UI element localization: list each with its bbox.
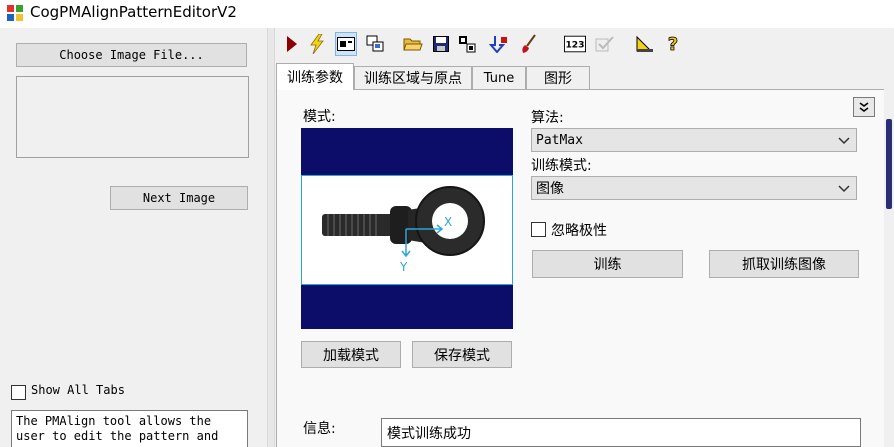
help-icon[interactable]: ? (662, 32, 684, 56)
algorithm-label: 算法: (531, 110, 564, 126)
vertical-scrollbar[interactable] (884, 89, 894, 447)
image-display-icon[interactable] (335, 32, 357, 56)
training-mode-select[interactable]: 图像 (531, 176, 857, 200)
numeric-display-text: 123 (565, 40, 584, 51)
info-label: 信息: (303, 421, 336, 437)
axis-x-label: X (444, 215, 452, 229)
info-field: 模式训练成功 (381, 418, 861, 447)
double-chevron-down-icon (859, 102, 869, 112)
title-bar: CogPMAlignPatternEditorV2 (0, 0, 894, 28)
measure-icon[interactable] (634, 32, 656, 56)
pattern-train-region: X Y (301, 175, 513, 285)
axis-y-label: Y (399, 260, 408, 274)
set-origin-icon[interactable] (488, 32, 510, 56)
check-disabled-icon (594, 32, 616, 56)
tab-graphics[interactable]: 图形 (526, 66, 590, 89)
train-button[interactable]: 训练 (532, 250, 683, 278)
open-folder-icon[interactable] (402, 32, 424, 56)
save-disk-icon[interactable] (430, 32, 452, 56)
load-pattern-button[interactable]: 加载模式 (301, 341, 401, 368)
save-pattern-button[interactable]: 保存模式 (412, 341, 512, 368)
app-icon (6, 4, 24, 22)
svg-text:?: ? (668, 34, 678, 54)
toolbar: 123 ? (278, 32, 698, 58)
window-title: CogPMAlignPatternEditorV2 (30, 3, 237, 21)
splitter[interactable] (267, 28, 275, 447)
chevron-down-icon (838, 185, 850, 193)
dual-display-icon[interactable] (364, 32, 386, 56)
lightning-icon[interactable] (306, 32, 328, 56)
next-image-button[interactable]: Next Image (110, 186, 248, 210)
eyebolt-image: X Y (322, 186, 485, 274)
chevron-down-icon (838, 137, 850, 145)
tool-description: The PMAlign tool allows the user to edit… (11, 410, 248, 447)
brush-icon[interactable] (518, 32, 540, 56)
tab-training-region[interactable]: 训练区域与原点 (354, 66, 472, 89)
show-all-tabs-checkbox[interactable] (11, 385, 26, 400)
grab-image-icon[interactable] (456, 32, 478, 56)
ignore-polarity-label: 忽略极性 (551, 223, 607, 239)
show-all-tabs-label: Show All Tabs (31, 383, 125, 397)
grab-train-image-button[interactable]: 抓取训练图像 (709, 250, 859, 278)
scrollbar-thumb[interactable] (886, 119, 892, 209)
pattern-image: X Y (301, 128, 513, 329)
algorithm-select[interactable]: PatMax (531, 128, 857, 152)
numeric-display-icon[interactable]: 123 (564, 32, 586, 56)
run-icon[interactable] (280, 32, 302, 56)
training-mode-value: 图像 (536, 181, 564, 197)
collapse-button[interactable] (853, 97, 875, 117)
tab-tune[interactable]: Tune (472, 66, 526, 89)
algorithm-value: PatMax (536, 132, 583, 148)
image-preview-box (16, 76, 249, 158)
choose-image-file-button[interactable]: Choose Image File... (16, 43, 247, 67)
tab-training-params[interactable]: 训练参数 (276, 63, 354, 90)
ignore-polarity-checkbox[interactable] (531, 222, 546, 237)
pattern-label: 模式: (303, 109, 336, 125)
training-mode-label: 训练模式: (531, 158, 592, 174)
